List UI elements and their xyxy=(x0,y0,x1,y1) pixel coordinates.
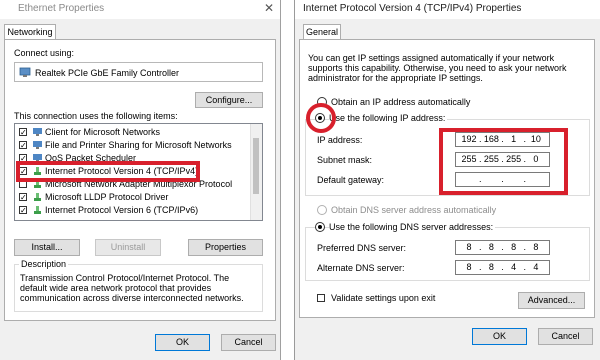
ipv4-properties-dialog: Internet Protocol Version 4 (TCP/IPv4) P… xyxy=(294,0,600,360)
alternate-dns-input[interactable]: 8. 8. 4. 4 xyxy=(455,260,550,275)
intro-text: You can get IP settings assigned automat… xyxy=(308,53,567,83)
dialog-title: Ethernet Properties xyxy=(18,3,105,14)
subnet-mask-label: Subnet mask: xyxy=(317,155,373,165)
radio-auto-ip-label: Obtain an IP address automatically xyxy=(331,97,471,107)
item-checkbox[interactable]: ✓ xyxy=(19,193,27,202)
item-label: Internet Protocol Version 6 (TCP/IPv6) xyxy=(45,205,199,215)
configure-button[interactable]: Configure... xyxy=(195,92,263,108)
list-item[interactable]: ✓ File and Printer Sharing for Microsoft… xyxy=(17,140,248,152)
description-label: Description xyxy=(19,259,69,269)
radio-auto-dns-label: Obtain DNS server address automatically xyxy=(331,205,497,215)
tab-general[interactable]: General xyxy=(303,24,341,40)
install-button[interactable]: Install... xyxy=(14,239,80,256)
network-client-icon xyxy=(33,128,42,136)
connect-using-label: Connect using: xyxy=(14,48,75,58)
preferred-dns-input[interactable]: 8. 8. 8. 8 xyxy=(455,240,550,255)
description-text: Transmission Control Protocol/Internet P… xyxy=(20,273,244,303)
list-item[interactable]: ✓ Client for Microsoft Networks xyxy=(17,127,248,139)
title-bar: Internet Protocol Version 4 (TCP/IPv4) P… xyxy=(295,0,600,19)
ok-button[interactable]: OK xyxy=(155,334,210,351)
preferred-dns-label: Preferred DNS server: xyxy=(317,243,407,253)
item-label: Client for Microsoft Networks xyxy=(45,127,161,137)
ethernet-properties-dialog: Ethernet Properties ✕ Networking Connect… xyxy=(0,0,281,360)
item-label: Microsoft LLDP Protocol Driver xyxy=(45,192,169,202)
cancel-button[interactable]: Cancel xyxy=(538,328,593,345)
file-sharing-icon xyxy=(33,141,42,149)
radio-manual-dns[interactable] xyxy=(315,222,325,232)
alternate-dns-label: Alternate DNS server: xyxy=(317,263,405,273)
item-label: File and Printer Sharing for Microsoft N… xyxy=(45,140,232,150)
list-item[interactable]: ✓ Internet Protocol Version 6 (TCP/IPv6) xyxy=(17,205,248,217)
advanced-button[interactable]: Advanced... xyxy=(518,292,585,309)
validate-checkbox[interactable] xyxy=(317,294,325,302)
protocol-icon xyxy=(34,193,41,201)
items-label: This connection uses the following items… xyxy=(14,111,178,121)
manual-ip-radio-annotation xyxy=(306,103,336,133)
properties-button[interactable]: Properties xyxy=(188,239,263,256)
ok-button[interactable]: OK xyxy=(472,328,527,345)
item-checkbox[interactable]: ✓ xyxy=(19,141,27,150)
protocol-icon xyxy=(34,206,41,214)
close-icon[interactable]: ✕ xyxy=(262,1,276,15)
item-checkbox[interactable]: ✓ xyxy=(19,206,27,215)
ip-address-label: IP address: xyxy=(317,135,363,145)
radio-manual-ip-label: Use the following IP address: xyxy=(329,113,448,123)
adapter-name: Realtek PCIe GbE Family Controller xyxy=(35,68,180,78)
adapter-box: Realtek PCIe GbE Family Controller xyxy=(14,62,263,82)
list-scrollbar[interactable] xyxy=(250,124,262,220)
item-checkbox[interactable]: ✓ xyxy=(19,128,27,137)
scrollbar-thumb[interactable] xyxy=(253,138,259,194)
tab-networking[interactable]: Networking xyxy=(4,24,56,40)
title-bar: Ethernet Properties ✕ xyxy=(0,0,280,19)
ipv4-highlight-annotation xyxy=(16,161,200,182)
network-adapter-icon xyxy=(19,67,31,77)
radio-manual-dns-label: Use the following DNS server addresses: xyxy=(329,222,496,232)
cancel-button[interactable]: Cancel xyxy=(221,334,276,351)
radio-auto-dns[interactable] xyxy=(317,205,327,215)
list-item[interactable]: ✓ Microsoft LLDP Protocol Driver xyxy=(17,192,248,204)
ip-fields-annotation xyxy=(439,128,568,195)
uninstall-button[interactable]: Uninstall xyxy=(95,239,161,256)
validate-label: Validate settings upon exit xyxy=(331,293,436,303)
gateway-label: Default gateway: xyxy=(317,175,385,185)
dialog-title: Internet Protocol Version 4 (TCP/IPv4) P… xyxy=(303,3,522,14)
